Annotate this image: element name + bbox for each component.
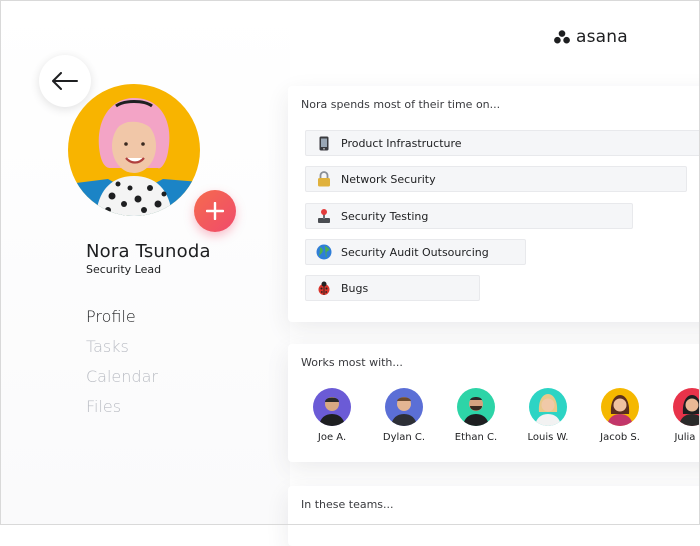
avatar — [529, 388, 567, 426]
avatar — [601, 388, 639, 426]
profile-name: Nora Tsunoda — [86, 241, 211, 262]
nav-item-calendar[interactable]: Calendar — [86, 362, 158, 392]
phone-icon — [314, 134, 334, 152]
asana-logo: asana — [554, 27, 628, 47]
person-item[interactable]: Joe A. — [296, 388, 368, 443]
joystick-icon — [314, 207, 334, 225]
topic-label: Security Audit Outsourcing — [341, 245, 489, 259]
arrow-left-icon — [52, 72, 78, 90]
time-card: Nora spends most of their time on... Pro… — [288, 86, 700, 322]
person-name: Ethan C. — [454, 432, 498, 443]
person-name: Louis W. — [527, 432, 569, 443]
topic-label: Network Security — [341, 172, 436, 186]
topic-chip[interactable]: Network Security — [305, 166, 687, 192]
add-button[interactable] — [194, 190, 236, 232]
padlock-icon — [314, 170, 334, 188]
person-name: Jacob S. — [600, 432, 640, 443]
teams-card: In these teams... — [288, 486, 700, 546]
profile-role: Security Lead — [86, 263, 162, 276]
back-button[interactable] — [39, 55, 91, 107]
topic-chip[interactable]: Bugs — [305, 275, 480, 301]
nav-item-files[interactable]: Files — [86, 392, 158, 422]
avatar — [457, 388, 495, 426]
avatar — [673, 388, 700, 426]
topic-chip[interactable]: Product Infrastructure — [305, 130, 700, 156]
topic-label: Bugs — [341, 281, 369, 295]
globe-icon — [314, 243, 334, 261]
ladybug-icon — [314, 279, 334, 297]
works-with-card: Works most with... Joe A. Dylan C. Ethan… — [288, 344, 700, 462]
profile-avatar — [68, 84, 200, 216]
time-card-title: Nora spends most of their time on... — [301, 98, 501, 111]
avatar — [313, 388, 351, 426]
nav-item-profile[interactable]: Profile — [86, 302, 158, 332]
topic-chip[interactable]: Security Testing — [305, 203, 633, 229]
nav-item-tasks[interactable]: Tasks — [86, 332, 158, 362]
person-name: Julia G. — [674, 432, 700, 443]
person-name: Joe A. — [317, 432, 347, 443]
plus-icon — [206, 202, 224, 220]
works-card-title: Works most with... — [301, 356, 403, 369]
topic-label: Product Infrastructure — [341, 136, 462, 150]
avatar — [385, 388, 423, 426]
person-item[interactable]: Ethan C. — [440, 388, 512, 443]
person-item[interactable]: Louis W. — [512, 388, 584, 443]
logo-text: asana — [576, 27, 628, 47]
person-item[interactable]: Jacob S. — [584, 388, 656, 443]
teams-card-title: In these teams... — [301, 498, 394, 511]
person-item[interactable]: Dylan C. — [368, 388, 440, 443]
person-name: Dylan C. — [382, 432, 426, 443]
person-item[interactable]: Julia G. — [656, 388, 700, 443]
topic-label: Security Testing — [341, 209, 429, 223]
asana-logo-icon — [554, 30, 570, 44]
profile-nav: Profile Tasks Calendar Files — [86, 302, 158, 422]
topic-chip[interactable]: Security Audit Outsourcing — [305, 239, 526, 265]
